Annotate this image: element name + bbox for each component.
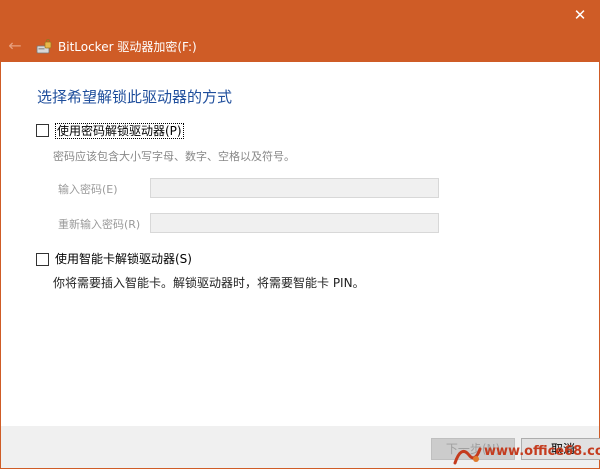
password-option-label[interactable]: 使用密码解锁驱动器(P) [55, 122, 184, 139]
password-checkbox[interactable] [36, 124, 49, 137]
watermark-logo-icon [453, 447, 482, 465]
smartcard-description: 你将需要插入智能卡。解锁驱动器时，将需要智能卡 PIN。 [53, 276, 365, 290]
enter-password-label: 输入密码(E) [58, 183, 118, 196]
smartcard-checkbox[interactable] [36, 253, 49, 266]
watermark-text: www.office68.com [484, 444, 600, 459]
enter-password-input[interactable] [150, 178, 439, 198]
watermark: www.office68.com [448, 441, 600, 469]
reenter-password-input[interactable] [150, 213, 439, 233]
close-icon[interactable]: ✕ [568, 4, 592, 26]
title-bar: ✕ [0, 0, 600, 32]
window-title: BitLocker 驱动器加密(F:) [58, 40, 197, 54]
bitlocker-drive-icon [36, 39, 52, 54]
password-hint: 密码应该包含大小写字母、数字、空格以及符号。 [53, 150, 295, 163]
content-panel: 选择希望解锁此驱动器的方式 使用密码解锁驱动器(P) 密码应该包含大小写字母、数… [1, 62, 599, 426]
smartcard-option-label[interactable]: 使用智能卡解锁驱动器(S) [55, 250, 192, 267]
page-heading: 选择希望解锁此驱动器的方式 [37, 88, 233, 106]
password-option-text: 使用密码解锁驱动器(P) [55, 123, 184, 139]
back-arrow-icon[interactable]: ← [6, 35, 24, 57]
reenter-password-label: 重新输入密码(R) [58, 218, 141, 231]
header-bar: ← BitLocker 驱动器加密(F:) [0, 32, 600, 62]
